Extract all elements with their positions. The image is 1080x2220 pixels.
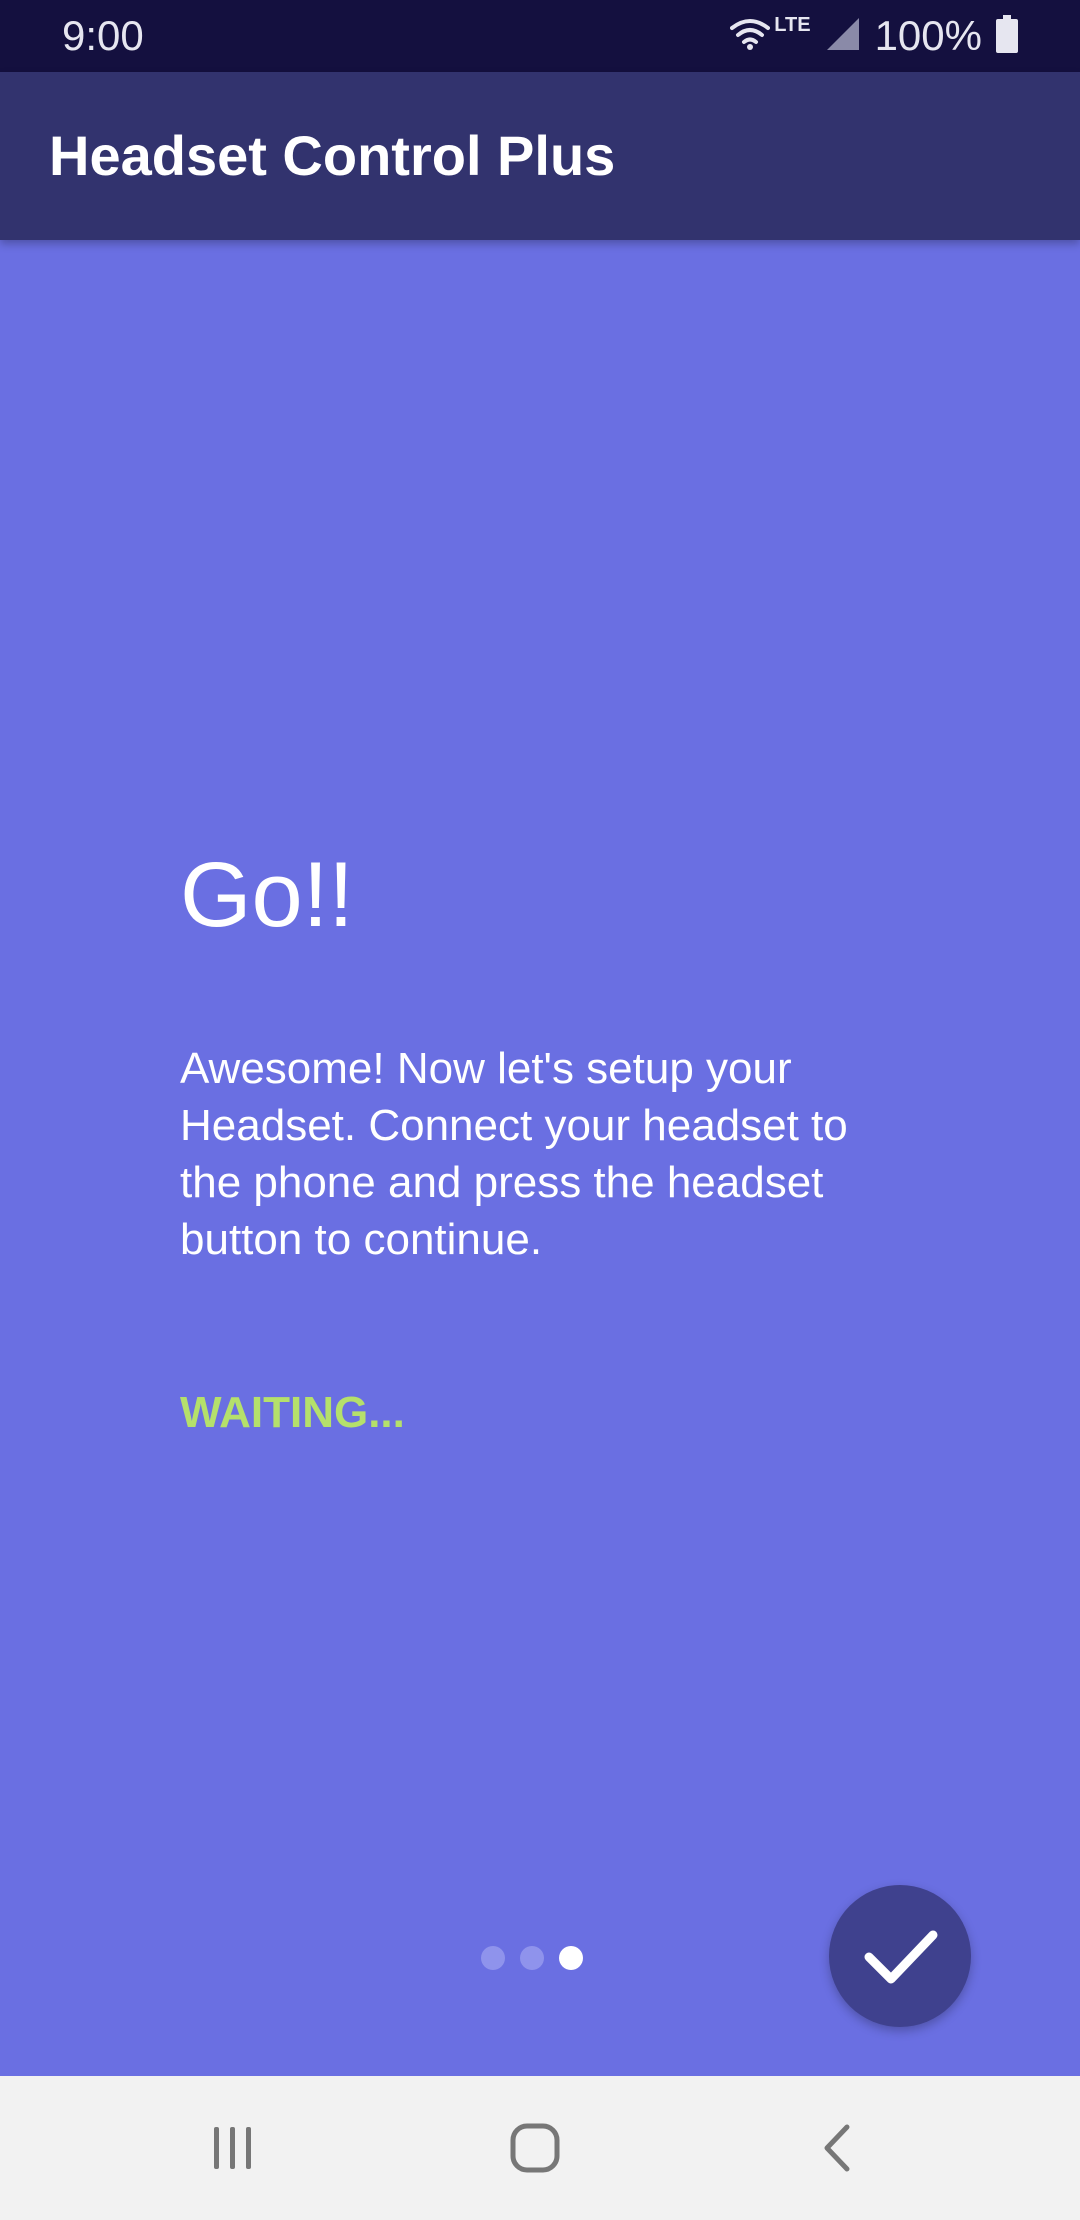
back-icon	[824, 2124, 850, 2172]
signal-icon	[825, 16, 861, 57]
page-headline: Go!!	[180, 844, 354, 946]
page-description: Awesome! Now let's setup your Headset. C…	[180, 1044, 848, 1264]
checkmark-icon	[864, 1930, 938, 1984]
wifi-icon	[730, 18, 771, 55]
battery-percentage: 100%	[874, 12, 982, 59]
battery-icon	[996, 14, 1018, 58]
app-bar: Headset Control Plus	[0, 72, 1080, 240]
status-bar: 9:00 LTE 100%	[0, 0, 1080, 72]
page-dot-2[interactable]	[520, 1946, 544, 1970]
recent-apps-icon	[214, 2127, 251, 2169]
recent-apps-button[interactable]	[193, 2112, 273, 2184]
status-time: 9:00	[62, 12, 144, 59]
system-nav-bar	[0, 2076, 1080, 2220]
home-icon	[510, 2123, 560, 2173]
back-button[interactable]	[797, 2112, 877, 2184]
onboarding-page: Go!! Awesome! Now let's setup your Heads…	[0, 240, 1080, 2076]
page-dot-3-active[interactable]	[559, 1946, 583, 1970]
status-waiting-label: WAITING...	[180, 1388, 405, 1437]
app-title: Headset Control Plus	[49, 124, 616, 187]
network-type-label: LTE	[774, 14, 811, 36]
page-dot-1[interactable]	[481, 1946, 505, 1970]
done-button[interactable]	[829, 1885, 971, 2027]
home-button[interactable]	[495, 2112, 575, 2184]
page-indicator	[481, 1944, 598, 1972]
status-icons: LTE 100%	[716, 12, 1018, 60]
